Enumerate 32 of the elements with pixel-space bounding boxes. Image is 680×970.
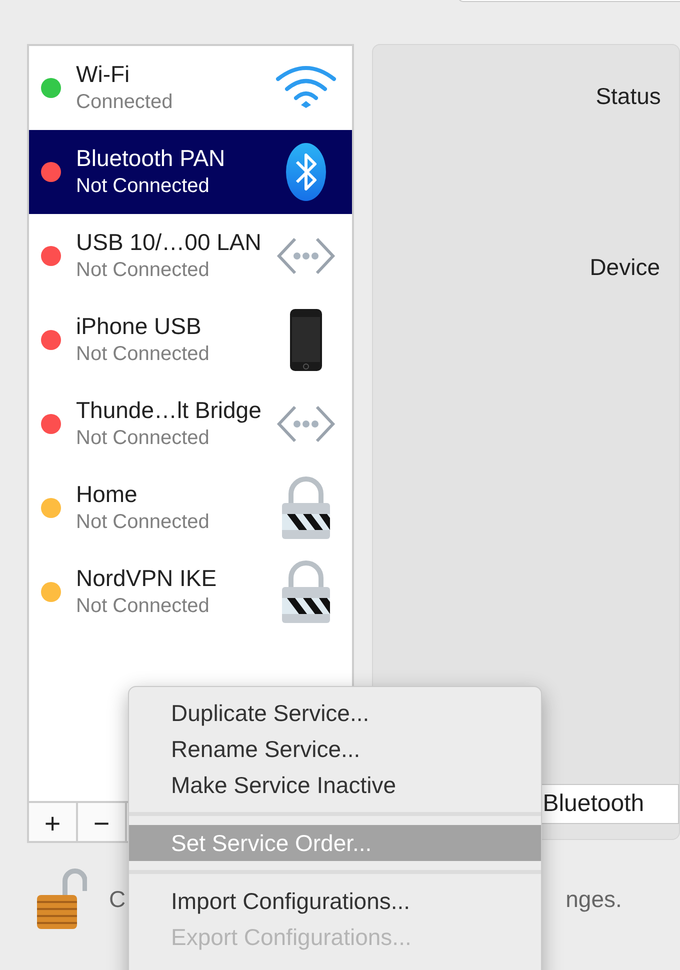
service-item[interactable]: Bluetooth PAN Not Connected [29,130,352,214]
menu-item[interactable]: Import Configurations... [129,883,541,919]
menu-item[interactable]: Rename Service... [129,731,541,767]
service-status: Not Connected [76,594,210,619]
lock-icon [280,560,331,624]
service-status: Not Connected [76,174,210,199]
lock-text: C [109,884,126,914]
service-name: iPhone USB [76,312,202,340]
add-button[interactable]: + [29,803,78,841]
bluetooth-icon [284,142,327,202]
service-status: Not Connected [76,426,210,451]
service-status: Connected [76,90,174,115]
menu-item[interactable]: Duplicate Service... [129,695,541,731]
status-label: Status [596,82,662,111]
phone-icon [288,308,323,372]
service-name: Bluetooth PAN [76,144,226,172]
service-status: Not Connected [76,342,210,367]
service-name: Wi-Fi [76,60,131,88]
device-label: Device [590,252,661,282]
lock-text: nges. [566,884,622,914]
lock-icon [280,476,331,540]
remove-button[interactable]: − [78,803,127,841]
padlock-icon[interactable] [35,867,87,931]
service-name: USB 10/…00 LAN [76,228,262,256]
network-icon [274,236,337,276]
service-status: Not Connected [76,258,210,283]
service-name: Home [76,480,138,508]
service-name: NordVPN IKE [76,564,218,592]
wifi-icon [274,65,338,111]
network-icon [274,404,337,444]
service-name: Thunde…lt Bridge [76,396,262,424]
service-status: Not Connected [76,510,210,535]
